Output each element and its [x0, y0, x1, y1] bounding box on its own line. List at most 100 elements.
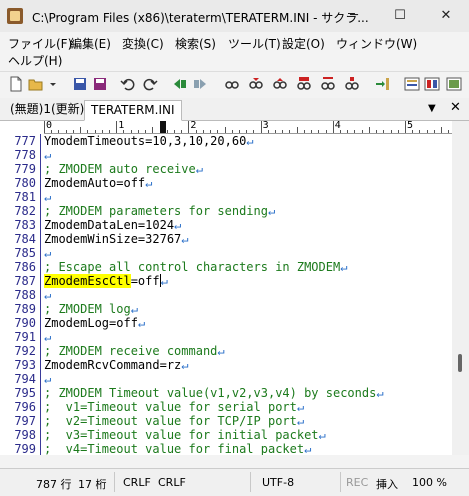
editor-line[interactable]: 786 ; Escape all control characters in ZM…: [0, 260, 452, 274]
editor-line[interactable]: 791 ↵: [0, 330, 452, 344]
code-text[interactable]: ZmodemLog=off↵: [44, 316, 145, 330]
search-box-icon[interactable]: [344, 76, 360, 92]
vertical-scrollbar[interactable]: [452, 121, 469, 455]
editor-line[interactable]: 787 ZmodemEscCtl=off↵: [0, 274, 452, 288]
close-button[interactable]: ✕: [423, 0, 469, 32]
line-number: 781: [14, 190, 36, 204]
tab-list-dropdown-icon[interactable]: ▼: [428, 103, 436, 114]
menu-tools[interactable]: ツール(T): [228, 35, 281, 52]
comment-text[interactable]: ; ZMODEM Timeout value(v1,v2,v3,v4) by s…: [44, 386, 384, 400]
open-folder-icon[interactable]: [28, 76, 44, 92]
editor-line[interactable]: 794 ↵: [0, 372, 452, 386]
menu-file[interactable]: ファイル(F): [8, 35, 72, 52]
grep-icon[interactable]: [320, 76, 336, 92]
editor-line[interactable]: 779 ; ZMODEM auto receive↵: [0, 162, 452, 176]
code-text[interactable]: ZmodemAuto=off↵: [44, 176, 152, 190]
code-text[interactable]: ZmodemWinSize=32767↵: [44, 232, 189, 246]
ruler-tick: [311, 130, 313, 133]
save-all-icon[interactable]: [92, 76, 108, 92]
editor-line[interactable]: 798 ; v3=Timeout value for initial packet…: [0, 428, 452, 442]
editor-line[interactable]: 793 ZmodemRcvCommand=rz↵: [0, 358, 452, 372]
code-text[interactable]: ↵: [44, 372, 51, 386]
status-eol-file[interactable]: CRLF: [158, 476, 186, 489]
search-next-icon[interactable]: [248, 76, 264, 92]
newline-mark: ↵: [217, 344, 225, 358]
jump-back-icon[interactable]: [172, 76, 188, 92]
editor-line[interactable]: 785 ↵: [0, 246, 452, 260]
ruler-tick: [253, 130, 255, 133]
comment-text[interactable]: ; ZMODEM parameters for sending↵: [44, 204, 275, 218]
line-number: 796: [14, 400, 36, 414]
tab-untitled[interactable]: (無題)1(更新): [4, 100, 90, 119]
ruler-tick: [231, 130, 233, 133]
open-dropdown-icon[interactable]: [48, 76, 58, 92]
save-icon[interactable]: [72, 76, 88, 92]
editor-line[interactable]: 782 ; ZMODEM parameters for sending↵: [0, 204, 452, 218]
editor-line[interactable]: 783 ZmodemDataLen=1024↵: [0, 218, 452, 232]
editor-line[interactable]: 795 ; ZMODEM Timeout value(v1,v2,v3,v4) b…: [0, 386, 452, 400]
menu-search[interactable]: 検索(S): [175, 35, 216, 52]
settings-icon[interactable]: [404, 76, 420, 92]
editor-line[interactable]: 780 ZmodemAuto=off↵: [0, 176, 452, 190]
code-text[interactable]: ZmodemEscCtl=off↵: [44, 274, 168, 288]
editor-line[interactable]: 784 ZmodemWinSize=32767↵: [0, 232, 452, 246]
search-prev-icon[interactable]: [272, 76, 288, 92]
comment-text[interactable]: ; v4=Timeout value for final packet↵: [44, 442, 311, 455]
font-settings-icon[interactable]: [424, 76, 440, 92]
editor-line[interactable]: 799 ; v4=Timeout value for final packet↵: [0, 442, 452, 455]
ruler-tick: [137, 130, 139, 133]
code-text[interactable]: ↵: [44, 246, 51, 260]
comment-text[interactable]: ; v2=Timeout value for TCP/IP port↵: [44, 414, 304, 428]
text-editor[interactable]: 012345 777 YmodemTimeouts=10,3,10,20,60↵ 7…: [0, 121, 469, 455]
code-text[interactable]: ↵: [44, 288, 51, 302]
undo-icon[interactable]: [120, 76, 136, 92]
status-insert-mode[interactable]: 挿入: [376, 476, 398, 492]
new-file-icon[interactable]: [8, 76, 24, 92]
menu-settings[interactable]: 設定(O): [282, 35, 325, 52]
code-text[interactable]: ZmodemRcvCommand=rz↵: [44, 358, 189, 372]
editor-line[interactable]: 778 ↵: [0, 148, 452, 162]
replace-icon[interactable]: [296, 76, 312, 92]
jump-forward-icon[interactable]: [192, 76, 208, 92]
comment-text[interactable]: ; ZMODEM auto receive↵: [44, 162, 203, 176]
search-icon[interactable]: [224, 76, 240, 92]
status-eol-input[interactable]: CRLF: [123, 476, 151, 489]
tab-teraterm-ini[interactable]: TERATERM.INI: [84, 100, 182, 121]
menu-window[interactable]: ウィンドウ(W): [336, 35, 417, 52]
comment-text[interactable]: ; Escape all control characters in ZMODE…: [44, 260, 347, 274]
editor-line[interactable]: 777 YmodemTimeouts=10,3,10,20,60↵: [0, 134, 452, 148]
editor-line[interactable]: 797 ; v2=Timeout value for TCP/IP port↵: [0, 414, 452, 428]
menu-edit[interactable]: 編集(E): [70, 35, 111, 52]
menu-convert[interactable]: 変換(C): [122, 35, 164, 52]
status-zoom[interactable]: 100 %: [412, 476, 447, 489]
editor-line[interactable]: 788 ↵: [0, 288, 452, 302]
editor-line[interactable]: 781 ↵: [0, 190, 452, 204]
comment-text[interactable]: ; ZMODEM log↵: [44, 302, 138, 316]
maximize-button[interactable]: ☐: [377, 0, 423, 32]
editor-line[interactable]: 790 ZmodemLog=off↵: [0, 316, 452, 330]
comment-text[interactable]: ; v3=Timeout value for initial packet↵: [44, 428, 326, 442]
comment-text[interactable]: ; ZMODEM receive command↵: [44, 344, 225, 358]
redo-icon[interactable]: [142, 76, 158, 92]
search-highlight: ZmodemEscCtl: [44, 274, 131, 288]
newline-mark: ↵: [44, 288, 52, 302]
code-text[interactable]: ↵: [44, 190, 51, 204]
editor-line[interactable]: 796 ; v1=Timeout value for serial port↵: [0, 400, 452, 414]
editor-line[interactable]: 789 ; ZMODEM log↵: [0, 302, 452, 316]
code-text[interactable]: ZmodemDataLen=1024↵: [44, 218, 181, 232]
menu-help[interactable]: ヘルプ(H): [8, 52, 62, 69]
editor-line[interactable]: 792 ; ZMODEM receive command↵: [0, 344, 452, 358]
status-encoding[interactable]: UTF-8: [262, 476, 294, 489]
tab-close-icon[interactable]: ✕: [450, 100, 461, 115]
status-rec[interactable]: REC: [346, 476, 368, 489]
code-text[interactable]: YmodemTimeouts=10,3,10,20,60↵: [44, 134, 254, 148]
common-settings-icon[interactable]: [446, 76, 462, 92]
tag-jump-icon[interactable]: [374, 76, 390, 92]
code-text[interactable]: ↵: [44, 148, 51, 162]
minimize-button[interactable]: ─: [331, 0, 377, 32]
title-bar[interactable]: C:\Program Files (x86)\teraterm\TERATERM…: [0, 0, 469, 32]
code-text[interactable]: ↵: [44, 330, 51, 344]
scrollbar-thumb[interactable]: [458, 354, 462, 372]
ruler-tick: [173, 130, 175, 133]
comment-text[interactable]: ; v1=Timeout value for serial port↵: [44, 400, 304, 414]
